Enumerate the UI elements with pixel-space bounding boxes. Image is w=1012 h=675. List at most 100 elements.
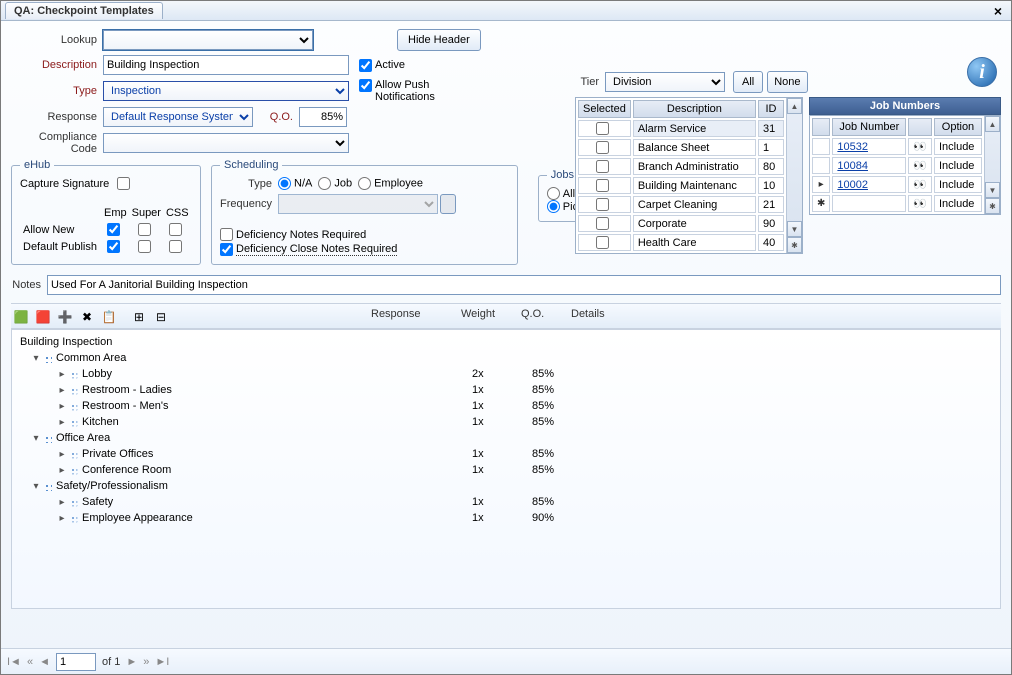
hide-header-button[interactable]: Hide Header [397,29,481,51]
expand-icon[interactable]: ▸ [56,513,68,524]
capture-sig-checkbox[interactable] [117,177,130,190]
job-number-link[interactable]: 10002 [837,179,868,191]
pager-prevset-icon[interactable]: « [27,656,33,668]
expand-icon[interactable]: ▸ [56,417,68,428]
def-notes-req[interactable]: Deficiency Notes Required [220,228,509,241]
tier-row[interactable]: Health Care 40 [578,234,784,251]
tier-row-checkbox[interactable] [596,160,609,173]
pager-next-icon[interactable]: ► [126,656,137,668]
allow-push-checkbox[interactable] [359,79,372,92]
active-checkbox[interactable] [359,59,372,72]
copy-icon[interactable]: 📋 [99,308,119,326]
tier-row[interactable]: Balance Sheet 1 [578,139,784,156]
delete-item-icon[interactable]: ✖ [77,308,97,326]
expand-icon[interactable]: ▸ [56,369,68,380]
tier-row[interactable]: Corporate 90 [578,215,784,232]
job-row[interactable]: ✱ 👀 Include [812,195,982,212]
collapse-icon[interactable]: ▾ [30,433,42,444]
tree-item[interactable]: ▸ Kitchen 1x 85% [12,414,1000,430]
job-number-link[interactable]: 10084 [837,160,868,172]
job-number-link[interactable]: 10532 [837,141,868,153]
binoculars-icon[interactable]: 👀 [908,138,932,155]
tree-item[interactable]: ▸ Private Offices 1x 85% [12,446,1000,462]
capture-sig-label[interactable]: Capture Signature [20,177,192,190]
tier-row-checkbox[interactable] [596,179,609,192]
binoculars-icon[interactable]: 👀 [908,176,932,193]
tier-row-checkbox[interactable] [596,141,609,154]
allow-push-label[interactable]: Allow Push Notifications [359,79,459,103]
tree-item[interactable]: ▸ Restroom - Men's 1x 85% [12,398,1000,414]
tier-row[interactable]: Building Maintenanc 10 [578,177,784,194]
expand-icon[interactable]: ▸ [56,401,68,412]
collapse-icon[interactable]: ▾ [30,353,42,364]
tree-item[interactable]: ▸ Employee Appearance 1x 90% [12,510,1000,526]
def-pub-emp[interactable] [107,240,120,253]
pager-first-icon[interactable]: I◄ [7,656,21,668]
qo-input[interactable] [299,107,347,127]
collapse-icon[interactable]: ▾ [30,481,42,492]
tree-root[interactable]: Building Inspection [12,334,1000,350]
tier-all-button[interactable]: All [733,71,763,93]
response-select[interactable]: Default Response System [103,107,253,127]
allow-new-emp[interactable] [107,223,120,236]
tier-scrollbar[interactable]: ▲ ▼ ✱ [786,98,802,253]
tree-group[interactable]: ▾Office Area [12,430,1000,446]
job-row[interactable]: 10532 👀 Include [812,138,982,155]
def-pub-super[interactable] [138,240,151,253]
expand-all-icon[interactable]: ⊞ [129,308,149,326]
binoculars-icon[interactable]: 👀 [908,195,932,212]
job-scrollbar[interactable]: ▲ ▼ ✱ [984,116,1000,214]
tree-item[interactable]: ▸ Conference Room 1x 85% [12,462,1000,478]
tier-grid[interactable]: Selected Description ID Alarm Service 31… [575,97,803,254]
tier-row-checkbox[interactable] [596,122,609,135]
scroll-down-icon[interactable]: ▼ [985,182,1000,198]
info-icon[interactable]: i [967,57,997,87]
expand-icon[interactable]: ▸ [56,465,68,476]
tree-group[interactable]: ▾Common Area [12,350,1000,366]
def-close-notes-req[interactable]: Deficiency Close Notes Required [220,243,509,256]
tier-row[interactable]: Branch Administratio 80 [578,158,784,175]
checkpoint-tree[interactable]: Building Inspection ▾Common Area▸ Lobby … [11,329,1001,609]
tier-row-checkbox[interactable] [596,198,609,211]
scroll-down-icon[interactable]: ▼ [787,221,802,237]
sched-emp[interactable]: Employee [358,177,423,190]
tier-row-checkbox[interactable] [596,236,609,249]
lookup-select[interactable] [103,30,313,50]
binoculars-icon[interactable]: 👀 [908,157,932,174]
pager-prev-icon[interactable]: ◄ [39,656,50,668]
sched-job[interactable]: Job [318,177,352,190]
compliance-select[interactable] [103,133,349,153]
sched-na[interactable]: N/A [278,177,312,190]
pager-page-input[interactable] [56,653,96,671]
scroll-up-icon[interactable]: ▲ [985,116,1000,132]
description-input[interactable] [103,55,349,75]
tier-select[interactable]: Division [605,72,725,92]
allow-new-super[interactable] [138,223,151,236]
close-icon[interactable]: × [989,3,1007,19]
job-row[interactable]: 10084 👀 Include [812,157,982,174]
pager-last-icon[interactable]: ►I [155,656,169,668]
tree-item[interactable]: ▸ Lobby 2x 85% [12,366,1000,382]
type-select[interactable]: Inspection [103,81,349,101]
tree-group[interactable]: ▾Safety/Professionalism [12,478,1000,494]
tree-item[interactable]: ▸ Safety 1x 85% [12,494,1000,510]
allow-new-css[interactable] [169,223,182,236]
tier-row[interactable]: Alarm Service 31 [578,120,784,137]
expand-icon[interactable]: ▸ [56,385,68,396]
active-checkbox-label[interactable]: Active [359,59,405,72]
scroll-up-icon[interactable]: ▲ [787,98,802,114]
collapse-all-icon[interactable]: ⊟ [151,308,171,326]
tier-none-button[interactable]: None [767,71,807,93]
add-folder-icon[interactable]: 🟩 [11,308,31,326]
notes-input[interactable] [47,275,1001,295]
new-row-icon[interactable]: ✱ [985,198,1000,214]
tier-row[interactable]: Carpet Cleaning 21 [578,196,784,213]
def-pub-css[interactable] [169,240,182,253]
new-row-icon[interactable]: ✱ [787,237,802,253]
expand-icon[interactable]: ▸ [56,449,68,460]
job-row[interactable]: ▸ 10002 👀 Include [812,176,982,193]
expand-icon[interactable]: ▸ [56,497,68,508]
tree-item[interactable]: ▸ Restroom - Ladies 1x 85% [12,382,1000,398]
tier-row-checkbox[interactable] [596,217,609,230]
add-item-icon[interactable]: ➕ [55,308,75,326]
